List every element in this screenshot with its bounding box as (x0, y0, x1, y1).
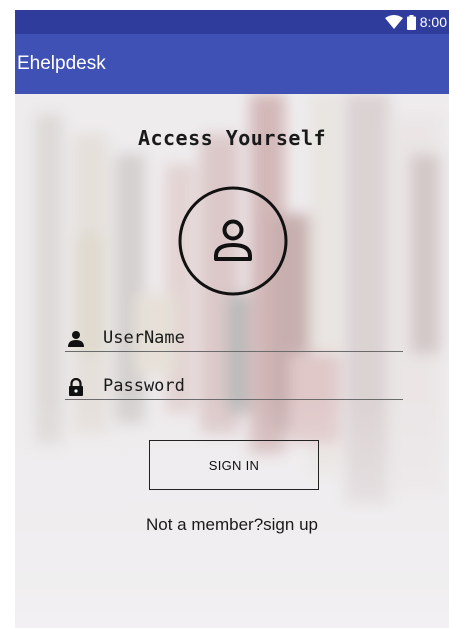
battery-icon (406, 14, 416, 30)
user-icon (178, 186, 288, 296)
username-input[interactable] (103, 326, 399, 350)
sign-in-button[interactable]: SIGN IN (149, 440, 319, 490)
sign-up-link[interactable]: Not a member?sign up (15, 515, 449, 535)
password-underline (65, 399, 403, 400)
phone-screen: 8:00 Ehelpdesk Access Yourself UserName … (15, 10, 449, 628)
app-bar: Ehelpdesk (15, 34, 449, 94)
username-field (65, 326, 403, 352)
username-underline (65, 351, 403, 352)
password-field (65, 374, 403, 400)
person-icon (68, 331, 84, 347)
status-bar: 8:00 (15, 10, 449, 34)
status-time: 8:00 (419, 14, 447, 30)
login-form: Access Yourself SIGN IN Not a membe (15, 94, 449, 628)
app-title: Ehelpdesk (17, 53, 106, 74)
password-input[interactable] (103, 374, 399, 398)
wifi-icon (384, 15, 403, 29)
status-icons: 8:00 (384, 10, 447, 34)
lock-icon (69, 378, 83, 396)
page-title: Access Yourself (137, 126, 327, 150)
